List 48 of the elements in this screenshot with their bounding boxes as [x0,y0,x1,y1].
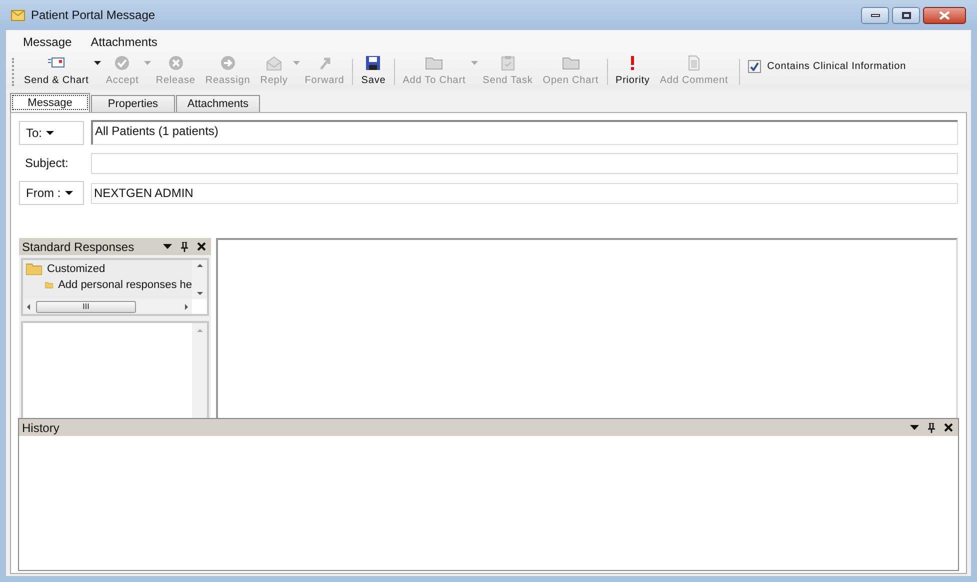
tree-item[interactable]: Add personal responses he [58,276,192,294]
envelope-icon [265,55,283,71]
arrow-circle-icon [218,55,237,71]
pin-icon[interactable] [928,422,935,432]
window-title: Patient Portal Message [31,7,156,24]
folder-icon [562,55,580,71]
close-icon[interactable] [944,423,953,432]
checkbox[interactable] [748,60,762,73]
pin-icon[interactable] [181,242,188,252]
tab[interactable]: Attachments [176,95,260,112]
close-icon [939,10,950,20]
folder-icon [26,263,42,275]
close-button[interactable] [923,6,966,24]
caret-icon[interactable] [910,425,919,430]
input-field[interactable] [91,152,958,174]
caret-icon [46,130,54,134]
toolbar-button[interactable]: Send & Chart [19,54,94,88]
input-field[interactable]: All Patients (1 patients) [91,120,958,145]
dropdown-button[interactable]: To: [19,120,84,144]
field-label: Subject: [24,156,68,170]
checkbox-label: Contains Clinical Information [767,60,906,74]
minimize-button[interactable] [861,6,889,24]
toolbar-button[interactable]: Save [356,54,391,88]
dropdown-button[interactable]: From : [19,181,84,205]
folder-icon [45,279,54,291]
pane-title: Standard Responses [22,238,136,256]
scrollbar[interactable] [192,260,207,299]
input-field[interactable]: NEXTGEN ADMIN [91,182,958,204]
close-circle-icon [166,55,185,71]
toolbar-button[interactable]: Priority [610,54,655,88]
clipboard-icon [498,55,517,71]
tree-item[interactable]: Customized [47,260,106,278]
menu-item[interactable]: Attachments [90,32,158,50]
menu-item[interactable]: Message [23,32,72,50]
folder-icon [425,55,444,71]
tab[interactable]: Properties [91,95,175,112]
check-icon [113,55,132,71]
caret-icon[interactable] [94,60,101,64]
scrollbar[interactable]: III [23,299,192,314]
pane-title: History [22,420,60,436]
close-icon[interactable] [197,242,206,251]
caret-icon[interactable] [163,244,172,249]
caret-icon [64,191,73,195]
maximize-button[interactable] [892,6,920,24]
envelope-icon [11,10,25,20]
tab[interactable]: Message [10,93,90,112]
exclamation-icon [631,56,634,70]
scroll-thumb[interactable]: III [36,300,136,312]
